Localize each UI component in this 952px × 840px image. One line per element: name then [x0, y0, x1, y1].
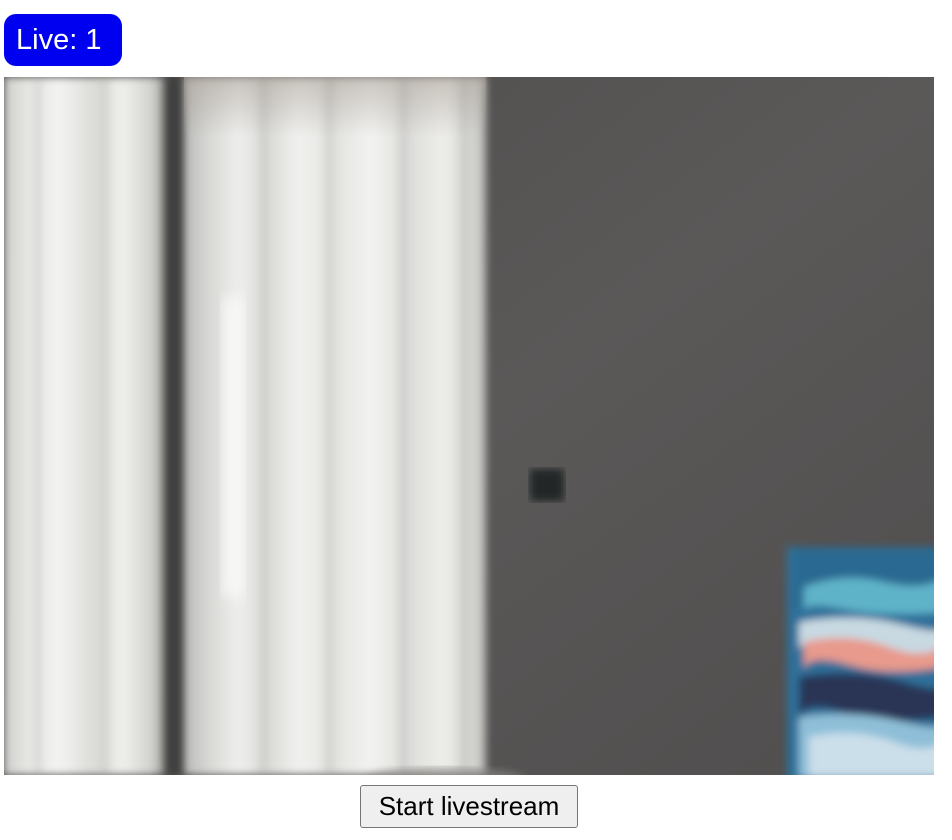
webcam-feed-image	[4, 77, 934, 775]
video-preview	[4, 77, 934, 775]
live-viewer-badge: Live: 1	[4, 14, 122, 66]
start-livestream-button[interactable]: Start livestream	[360, 785, 578, 828]
